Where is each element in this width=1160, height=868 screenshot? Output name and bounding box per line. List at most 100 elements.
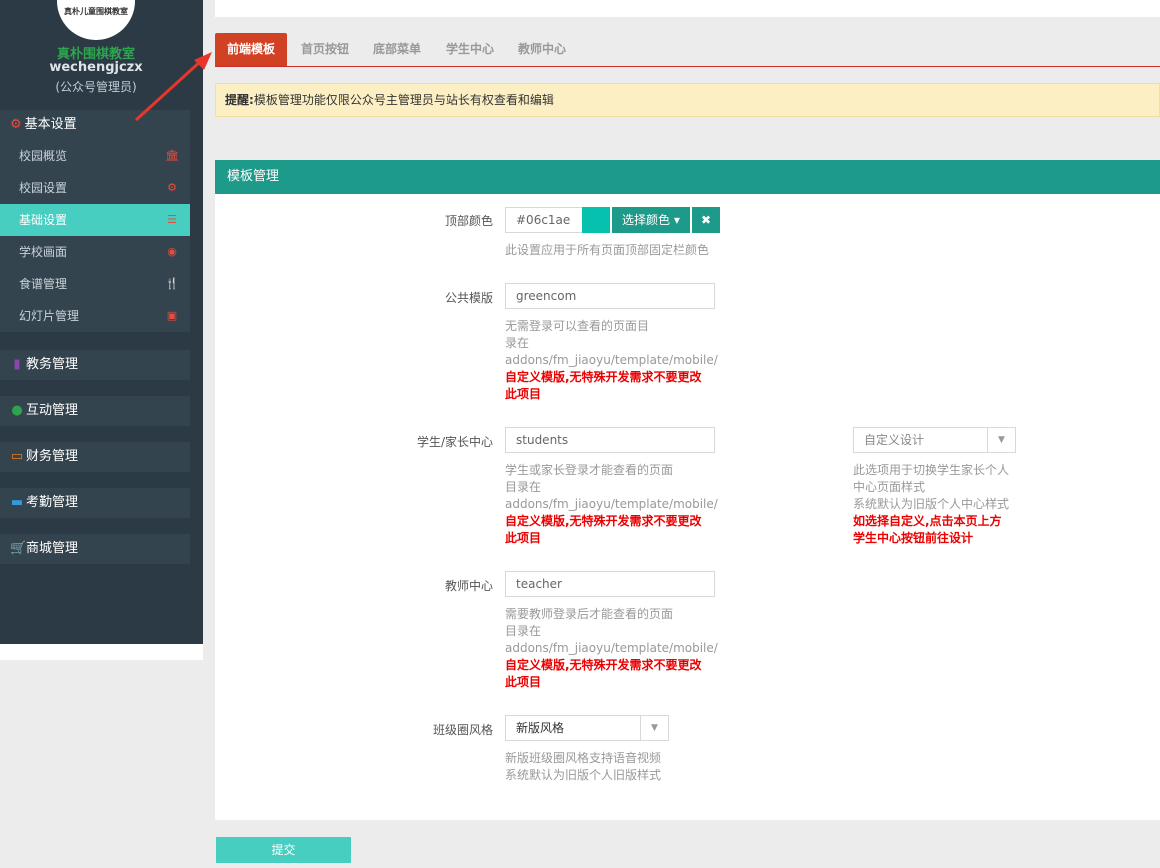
help-line: addons/fm_jiaoyu/template/mobile/ bbox=[505, 641, 718, 655]
sidebar-item-school-display[interactable]: 学校画面 ◉ bbox=[0, 236, 190, 268]
pick-color-label: 选择颜色 bbox=[622, 213, 671, 227]
warning-line: 自定义模版,无特殊开发需求不要更改 bbox=[505, 370, 702, 384]
template-tabs: 前端模板 首页按钮 底部菜单 学生中心 教师中心 bbox=[215, 33, 1160, 67]
student-center-style-help: 此选项用于切换学生家长个人 中心页面样式 系统默认为旧版个人中心样式 如选择自定… bbox=[853, 462, 1023, 547]
sidebar-item-label: 校园概览 bbox=[19, 149, 68, 163]
sidebar-group-label: 教务管理 bbox=[26, 357, 79, 372]
basic-settings-menu: ⚙ 基本设置 校园概览 🏛 校园设置 ⚙ 基础设置 ☰ 学校画面 ◉ 食谱管理 🍴… bbox=[0, 110, 190, 332]
tab-bottom-menu[interactable]: 底部菜单 bbox=[373, 33, 421, 66]
help-line: 此选项用于切换学生家长个人 bbox=[853, 463, 1010, 477]
student-center-help: 学生或家长登录才能查看的页面 目录在 addons/fm_jiaoyu/temp… bbox=[505, 462, 720, 547]
eye-icon: ◉ bbox=[167, 245, 177, 258]
notice-banner: 提醒:模板管理功能仅限公众号主管理员与站长有权查看和编辑 bbox=[215, 83, 1160, 117]
gear-icon: ⚙ bbox=[167, 181, 177, 194]
warning-line: 如选择自定义,点击本页上方 bbox=[853, 514, 1002, 528]
help-line: 新版班级圈风格支持语音视频 bbox=[505, 751, 662, 765]
student-center-input[interactable]: students bbox=[505, 427, 715, 453]
gear-icon: ⚙ bbox=[10, 117, 22, 132]
notice-prefix: 提醒: bbox=[225, 93, 254, 107]
sidebar-item-campus-overview[interactable]: 校园概览 🏛 bbox=[0, 140, 190, 172]
help-line: 目录在 bbox=[505, 624, 542, 638]
annotation-arrow-icon bbox=[134, 52, 212, 122]
sidebar-item-recipe-management[interactable]: 食谱管理 🍴 bbox=[0, 268, 190, 300]
class-style-select[interactable]: 新版风格 ▼ bbox=[505, 715, 669, 741]
help-line: 中心页面样式 bbox=[853, 480, 926, 494]
warning-line: 自定义模版,无特殊开发需求不要更改 bbox=[505, 514, 702, 528]
sidebar-group-label: 商城管理 bbox=[26, 541, 79, 556]
pick-color-button[interactable]: 选择颜色 ▾ bbox=[612, 207, 690, 233]
teacher-center-help: 需要教师登录后才能查看的页面 目录在 addons/fm_jiaoyu/temp… bbox=[505, 606, 720, 691]
student-center-style-select[interactable]: 自定义设计 ▼ bbox=[853, 427, 1016, 453]
tab-frontend-template[interactable]: 前端模板 bbox=[215, 33, 288, 66]
sidebar-group-interaction[interactable]: ● 互动管理 bbox=[0, 396, 190, 426]
help-line: 系统默认为旧版个人旧版样式 bbox=[505, 768, 662, 782]
public-template-label: 公共模版 bbox=[444, 291, 493, 305]
school-logo: 真朴儿童围棋教室 bbox=[57, 0, 135, 40]
card-icon: ▬ bbox=[10, 495, 24, 510]
chevron-down-icon: ▼ bbox=[987, 428, 1015, 452]
money-icon: ▭ bbox=[10, 449, 24, 464]
sidebar-item-label: 基础设置 bbox=[19, 213, 68, 227]
panel-title: 模板管理 bbox=[215, 160, 1160, 194]
basic-settings-title: 基本设置 bbox=[24, 117, 77, 132]
help-line: addons/fm_jiaoyu/template/mobile/ bbox=[505, 353, 718, 367]
top-color-input[interactable]: #06c1ae bbox=[505, 207, 583, 233]
select-value: 自定义设计 bbox=[864, 433, 925, 447]
public-template-input[interactable]: greencom bbox=[505, 283, 715, 309]
chevron-down-icon: ▼ bbox=[640, 716, 668, 740]
sidebar-item-slideshow-management[interactable]: 幻灯片管理 ▣ bbox=[0, 300, 190, 332]
sidebar-group-academic[interactable]: ▮ 教务管理 bbox=[0, 350, 190, 380]
sidebar-group-label: 考勤管理 bbox=[26, 495, 79, 510]
sidebar-group-label: 财务管理 bbox=[26, 449, 79, 464]
sidebar-group-attendance[interactable]: ▬ 考勤管理 bbox=[0, 488, 190, 518]
help-line: 无需登录可以查看的页面目 bbox=[505, 319, 650, 333]
warning-line: 自定义模版,无特殊开发需求不要更改 bbox=[505, 658, 702, 672]
cutlery-icon: 🍴 bbox=[165, 277, 179, 290]
top-color-label: 顶部颜色 bbox=[444, 214, 493, 228]
sidebar-bottom bbox=[0, 644, 203, 660]
teacher-center-label: 教师中心 bbox=[444, 579, 493, 593]
book-icon: ▮ bbox=[13, 357, 21, 372]
help-line: 需要教师登录后才能查看的页面 bbox=[505, 607, 674, 621]
help-line: addons/fm_jiaoyu/template/mobile/ bbox=[505, 497, 718, 511]
sidebar-group-finance[interactable]: ▭ 财务管理 bbox=[0, 442, 190, 472]
top-strip bbox=[215, 0, 1160, 17]
clear-color-button[interactable]: ✖ bbox=[692, 207, 720, 233]
help-line: 录在 bbox=[505, 336, 530, 350]
sidebar-item-basic-settings[interactable]: 基础设置 ☰ bbox=[0, 204, 190, 236]
tab-teacher-center[interactable]: 教师中心 bbox=[518, 33, 566, 66]
submit-button[interactable]: 提交 bbox=[216, 837, 351, 863]
tab-student-center[interactable]: 学生中心 bbox=[446, 33, 494, 66]
template-form: 顶部颜色 #06c1ae 选择颜色 ▾ ✖ 此设置应用于所有页面顶部固定栏颜色 … bbox=[215, 194, 1160, 820]
teacher-center-input[interactable]: teacher bbox=[505, 571, 715, 597]
public-template-help: 无需登录可以查看的页面目 录在 addons/fm_jiaoyu/templat… bbox=[505, 318, 720, 403]
bank-icon: 🏛 bbox=[165, 149, 179, 162]
warning-line: 此项目 bbox=[505, 387, 542, 401]
warning-line: 此项目 bbox=[505, 531, 542, 545]
cart-icon: 🛒 bbox=[10, 541, 27, 556]
select-value: 新版风格 bbox=[516, 721, 565, 735]
caret-down-icon: ▾ bbox=[673, 213, 680, 227]
list-icon: ☰ bbox=[167, 213, 177, 226]
sidebar-group-label: 互动管理 bbox=[26, 403, 79, 418]
warning-line: 学生中心按钮前往设计 bbox=[853, 531, 974, 545]
sidebar-item-campus-settings[interactable]: 校园设置 ⚙ bbox=[0, 172, 190, 204]
sidebar-item-label: 幻灯片管理 bbox=[19, 309, 80, 323]
top-color-help: 此设置应用于所有页面顶部固定栏颜色 bbox=[505, 243, 710, 257]
tab-home-buttons[interactable]: 首页按钮 bbox=[301, 33, 349, 66]
sidebar-item-label: 食谱管理 bbox=[19, 277, 68, 291]
help-line: 学生或家长登录才能查看的页面 bbox=[505, 463, 674, 477]
logo-text: 真朴儿童围棋教室 bbox=[64, 7, 128, 16]
wechat-icon: ● bbox=[11, 403, 23, 418]
sidebar-group-shop[interactable]: 🛒商城管理 bbox=[0, 534, 190, 564]
warning-line: 此项目 bbox=[505, 675, 542, 689]
sidebar-item-label: 学校画面 bbox=[19, 245, 68, 259]
color-swatch[interactable] bbox=[582, 207, 610, 233]
student-center-label: 学生/家长中心 bbox=[416, 435, 493, 449]
help-line: 系统默认为旧版个人中心样式 bbox=[853, 497, 1010, 511]
notice-text: 模板管理功能仅限公众号主管理员与站长有权查看和编辑 bbox=[253, 93, 554, 107]
sidebar-item-label: 校园设置 bbox=[19, 181, 68, 195]
class-style-help: 新版班级圈风格支持语音视频 系统默认为旧版个人旧版样式 bbox=[505, 750, 720, 784]
picture-icon: ▣ bbox=[166, 309, 178, 322]
class-style-label: 班级圈风格 bbox=[432, 723, 493, 737]
